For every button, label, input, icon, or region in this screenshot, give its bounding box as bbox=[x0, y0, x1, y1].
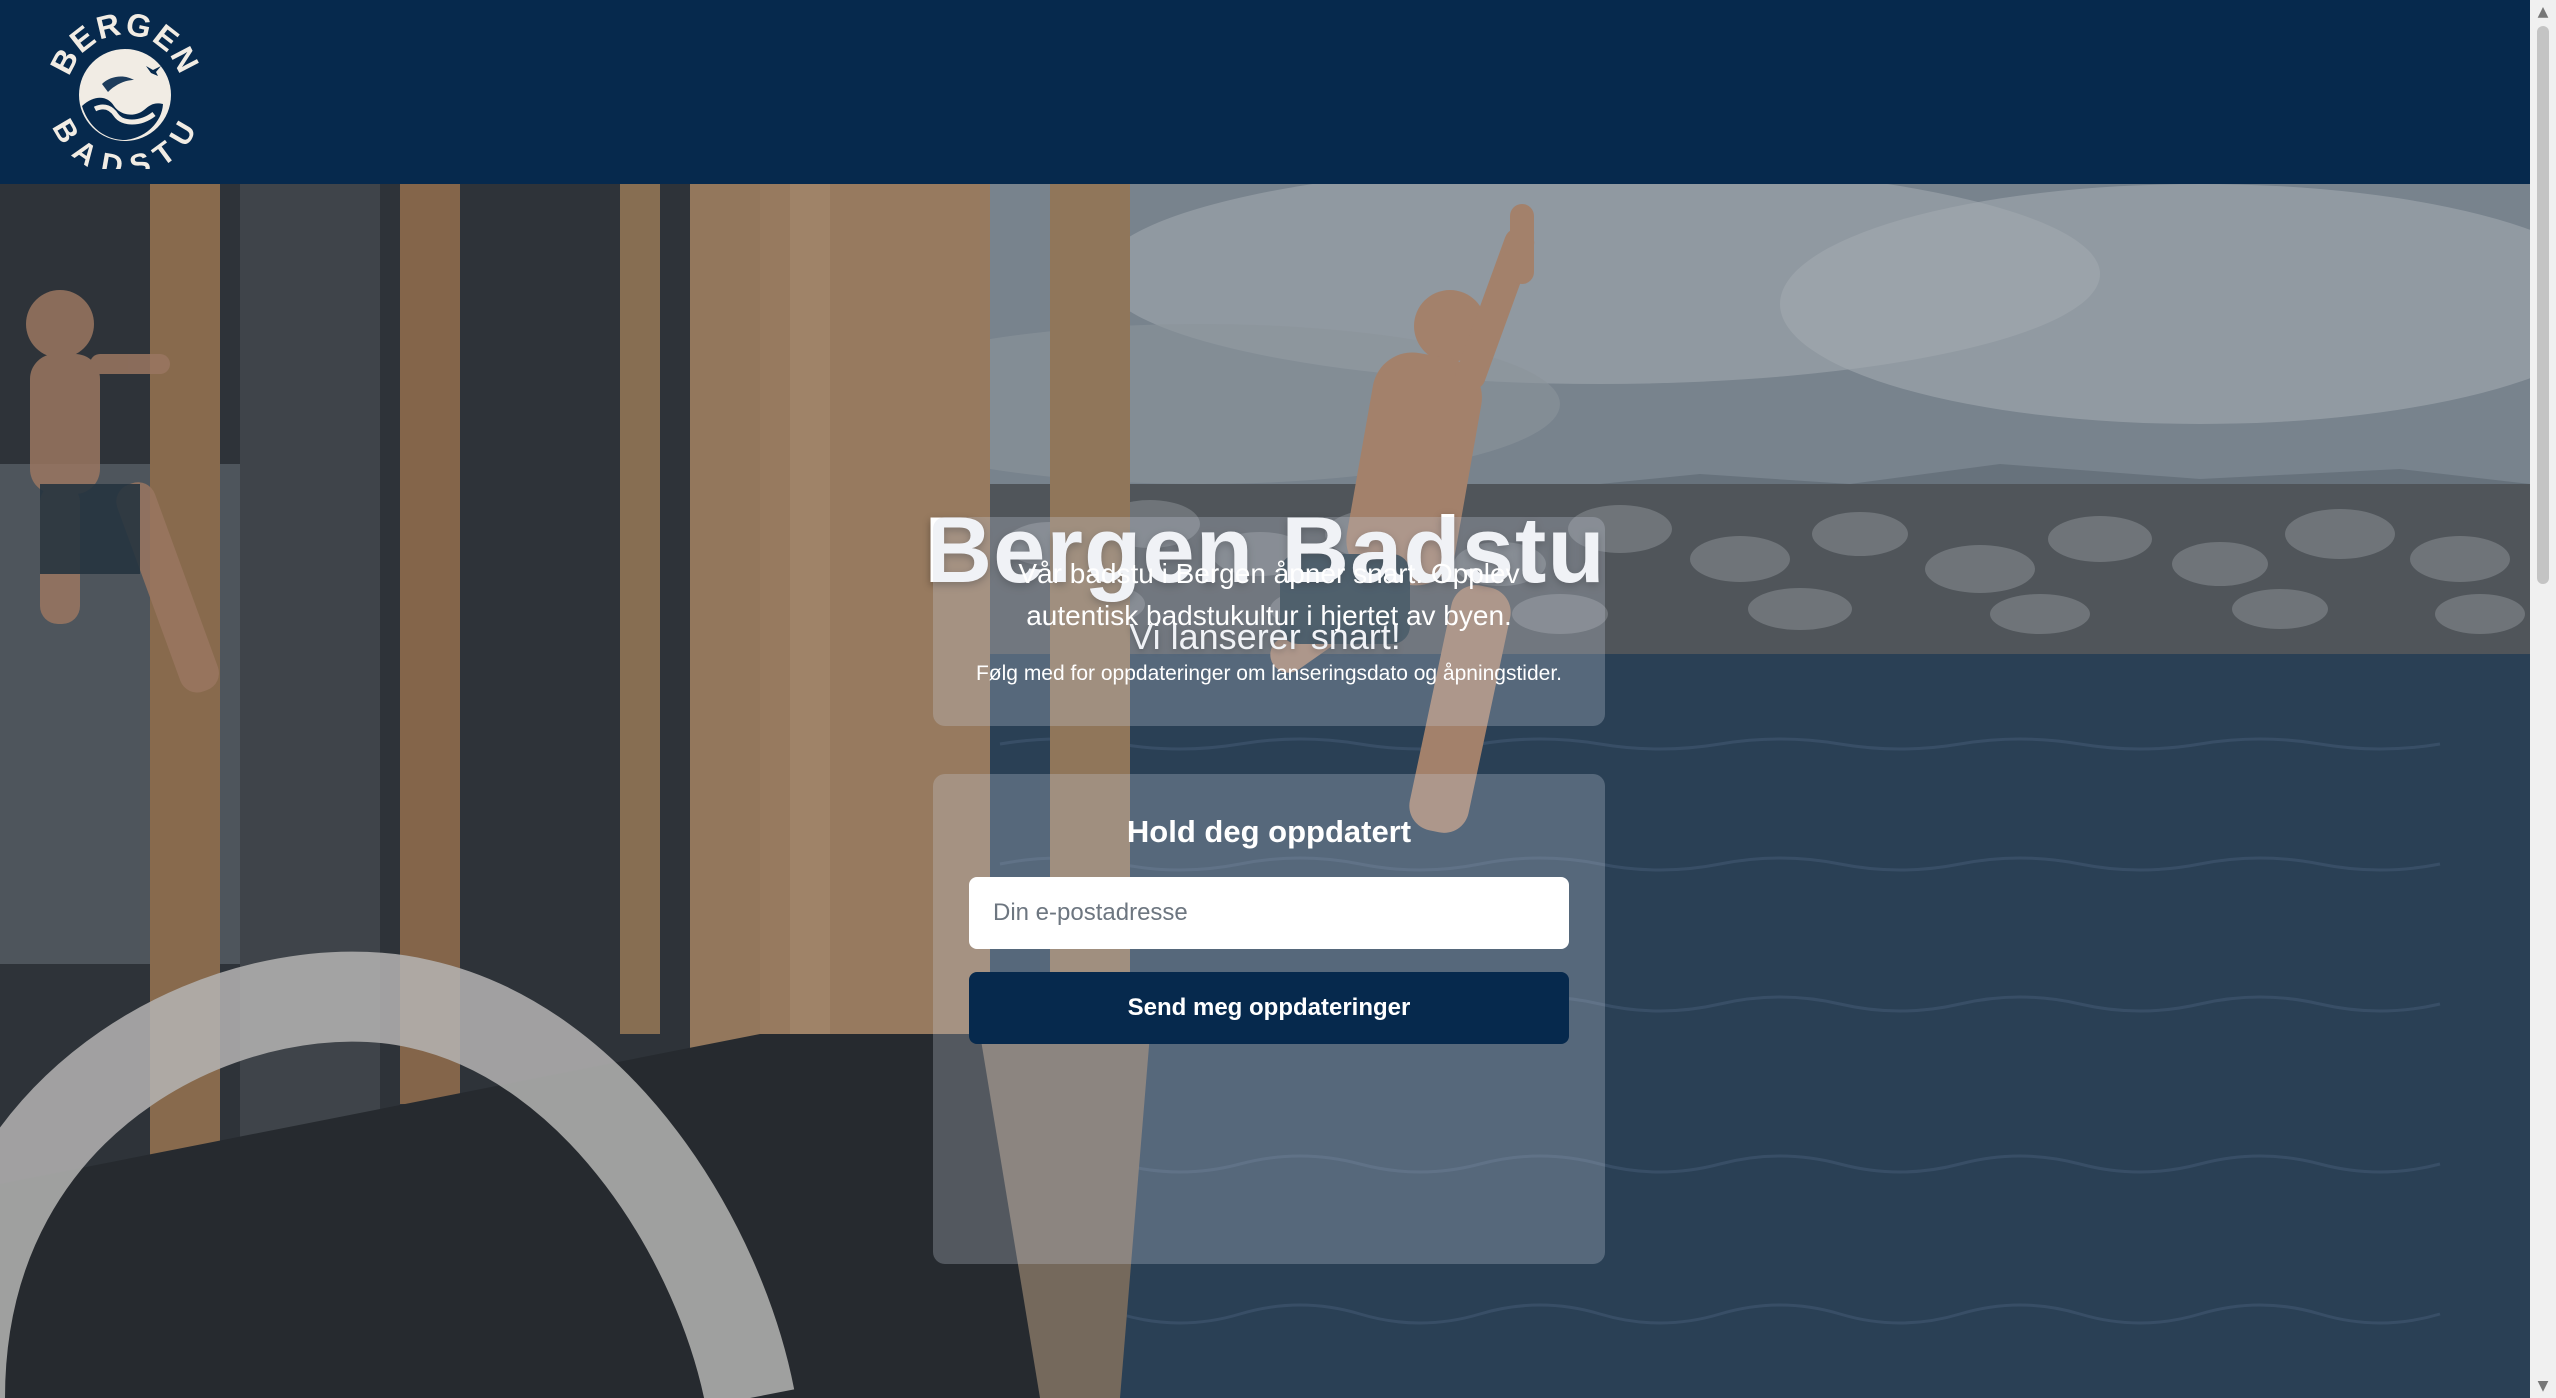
vertical-scrollbar[interactable]: ▲ ▼ bbox=[2530, 0, 2556, 1398]
page: BERGEN BADSTU bbox=[0, 0, 2530, 1398]
info-sub-text: Følg med for oppdateringer om lanserings… bbox=[975, 662, 1562, 685]
signup-heading: Hold deg oppdatert bbox=[1126, 814, 1412, 849]
signup-form: Hold deg oppdatert Send meg oppdateringe… bbox=[933, 774, 1605, 1264]
send-updates-button[interactable]: Send meg oppdateringer bbox=[969, 972, 1569, 1044]
scroll-thumb[interactable] bbox=[2537, 26, 2549, 584]
info-card: Vår badstu i Bergen åpner snart. Opplev … bbox=[933, 517, 1605, 726]
site-header: BERGEN BADSTU bbox=[0, 0, 2530, 184]
logo-emblem: BERGEN BADSTU bbox=[43, 5, 205, 184]
email-input[interactable] bbox=[969, 877, 1569, 949]
scroll-up-arrow-icon[interactable]: ▲ bbox=[2530, 0, 2556, 24]
info-main-text: Vår badstu i Bergen åpner snart. Opplev … bbox=[1018, 558, 1520, 631]
site-logo[interactable]: BERGEN BADSTU bbox=[43, 5, 205, 184]
scroll-down-arrow-icon[interactable]: ▼ bbox=[2530, 1374, 2556, 1398]
